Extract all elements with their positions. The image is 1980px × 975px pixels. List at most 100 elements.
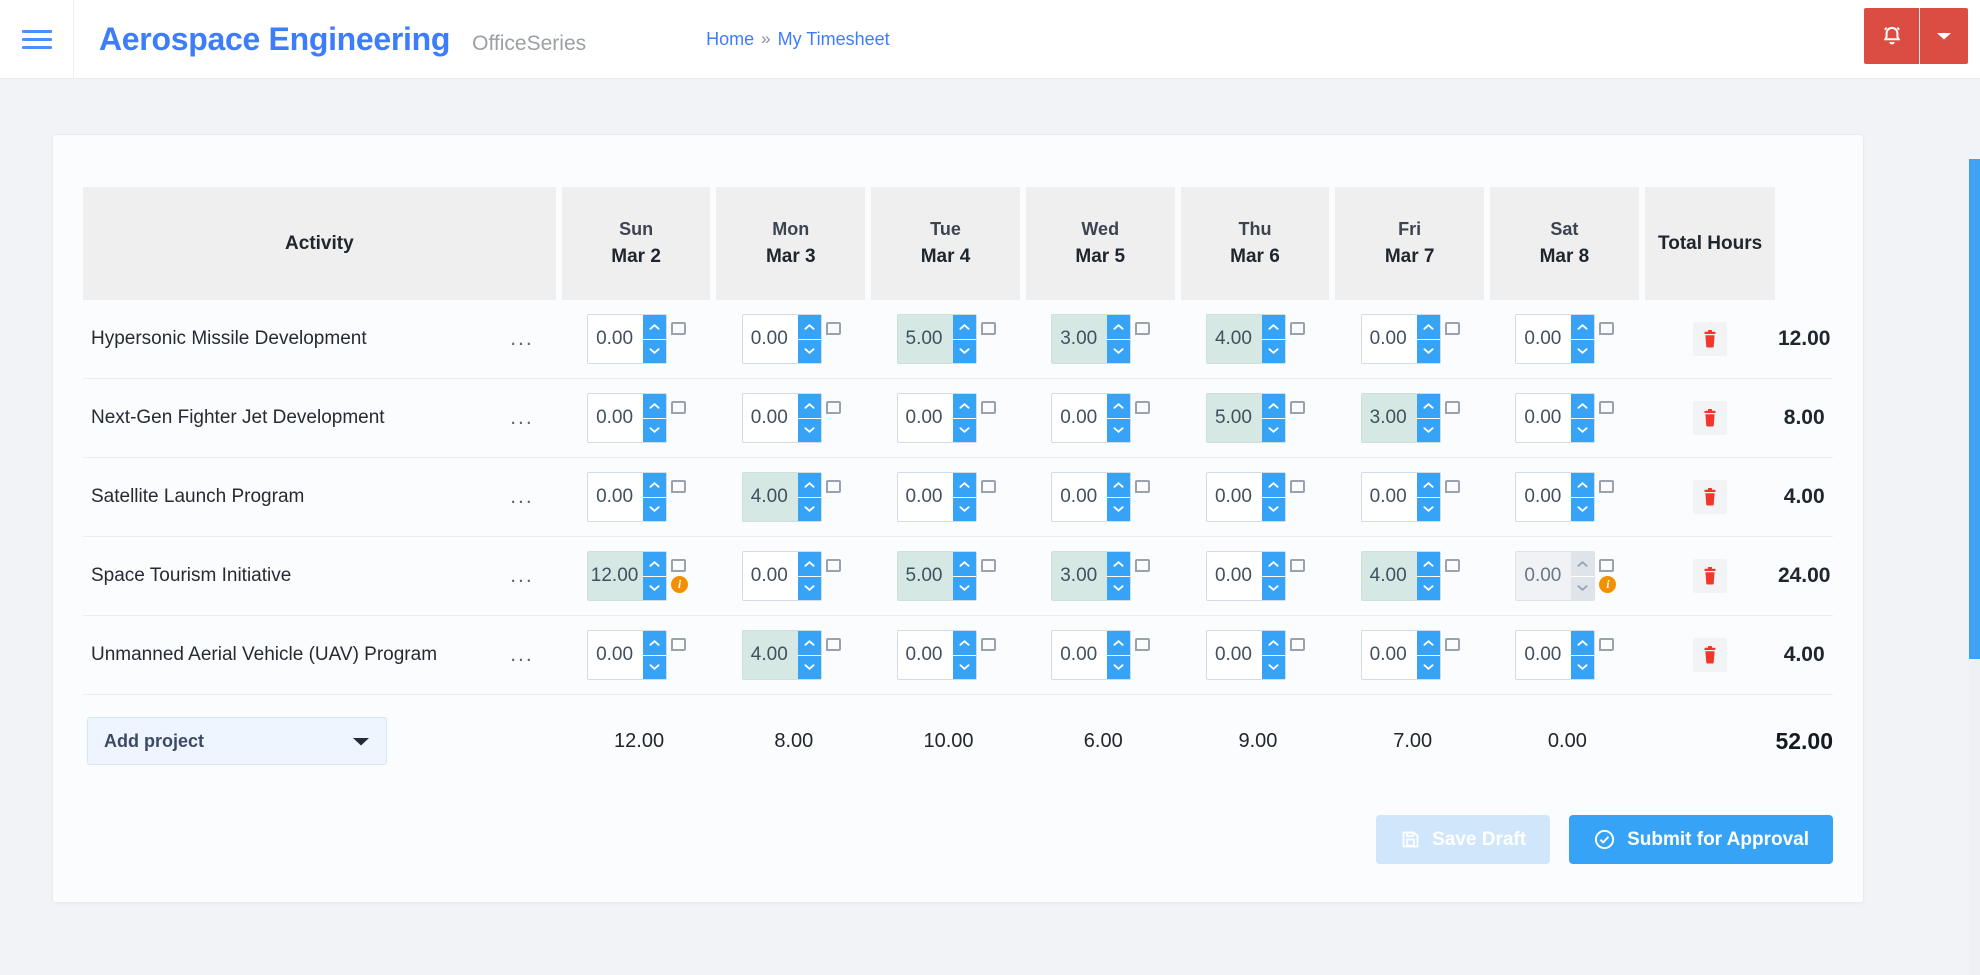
hour-input-value[interactable]: 0.00	[1362, 473, 1417, 521]
hour-input-group[interactable]: 0.00	[1051, 630, 1132, 680]
row-menu-ellipsis-icon[interactable]: ...	[504, 564, 540, 588]
hour-input-value[interactable]: 0.00	[1516, 473, 1571, 521]
stepper-up-icon[interactable]	[797, 394, 821, 419]
stepper-down-icon[interactable]	[1261, 418, 1285, 442]
notification-dropdown-button[interactable]	[1920, 8, 1968, 64]
hour-input-group[interactable]: 0.00	[587, 393, 668, 443]
comment-icon[interactable]	[825, 480, 841, 493]
hour-stepper[interactable]	[1416, 473, 1440, 521]
hour-input-group[interactable]: 5.00	[896, 314, 977, 364]
comment-icon[interactable]	[980, 559, 996, 572]
comment-icon[interactable]	[671, 480, 687, 493]
hour-stepper[interactable]	[1107, 552, 1131, 600]
delete-row-button[interactable]	[1693, 638, 1728, 672]
hour-input-value[interactable]: 4.00	[1362, 552, 1417, 600]
hour-input-value[interactable]: 0.00	[1052, 394, 1107, 442]
comment-icon[interactable]	[980, 322, 996, 335]
hour-stepper[interactable]	[1107, 394, 1131, 442]
comment-icon[interactable]	[1135, 401, 1151, 414]
comment-icon[interactable]	[671, 322, 687, 335]
hour-input-value[interactable]: 3.00	[1052, 552, 1107, 600]
hour-stepper[interactable]	[952, 394, 976, 442]
stepper-down-icon[interactable]	[1107, 497, 1131, 521]
stepper-up-icon[interactable]	[952, 315, 976, 340]
breadcrumb-home[interactable]: Home	[706, 29, 754, 50]
stepper-up-icon[interactable]	[643, 552, 667, 577]
submit-for-approval-button[interactable]: Submit for Approval	[1569, 815, 1833, 864]
stepper-up-icon[interactable]	[952, 473, 976, 498]
hour-input-value[interactable]: 0.00	[1516, 631, 1571, 679]
hour-input-value[interactable]: 4.00	[743, 473, 798, 521]
hour-stepper[interactable]	[1571, 473, 1595, 521]
page-scrollbar[interactable]	[1969, 159, 1980, 975]
stepper-down-icon[interactable]	[1571, 655, 1595, 679]
stepper-down-icon[interactable]	[1261, 339, 1285, 363]
stepper-down-icon[interactable]	[643, 497, 667, 521]
stepper-down-icon[interactable]	[1416, 497, 1440, 521]
hour-input-group[interactable]: 3.00	[1360, 393, 1441, 443]
comment-icon[interactable]	[1599, 638, 1615, 651]
hour-input-group[interactable]: 5.00	[1205, 393, 1286, 443]
stepper-up-icon[interactable]	[952, 631, 976, 656]
scrollbar-thumb[interactable]	[1969, 159, 1980, 659]
hour-input-group[interactable]: 0.00	[587, 630, 668, 680]
hour-input-group[interactable]: 4.00	[741, 630, 822, 680]
hour-stepper[interactable]	[952, 552, 976, 600]
hour-input-value[interactable]: 4.00	[743, 631, 798, 679]
hour-input-group[interactable]: 0.00	[1515, 630, 1596, 680]
stepper-up-icon[interactable]	[952, 552, 976, 577]
stepper-up-icon[interactable]	[797, 315, 821, 340]
hour-stepper[interactable]	[952, 315, 976, 363]
comment-icon[interactable]	[980, 480, 996, 493]
hour-input-value[interactable]: 0.00	[1052, 631, 1107, 679]
comment-icon[interactable]	[825, 401, 841, 414]
hour-input-group[interactable]: 4.00	[1360, 551, 1441, 601]
stepper-down-icon[interactable]	[952, 655, 976, 679]
stepper-up-icon[interactable]	[1571, 473, 1595, 498]
hour-input-group[interactable]: 0.00	[1205, 472, 1286, 522]
stepper-down-icon[interactable]	[797, 655, 821, 679]
hour-stepper[interactable]	[643, 394, 667, 442]
hour-input-value[interactable]: 4.00	[1207, 315, 1262, 363]
hour-input-value[interactable]: 0.00	[588, 473, 643, 521]
comment-icon[interactable]	[671, 638, 687, 651]
hamburger-icon[interactable]	[0, 0, 74, 79]
hour-input-group[interactable]: 0.00	[1515, 551, 1596, 601]
hour-stepper[interactable]	[1571, 394, 1595, 442]
comment-icon[interactable]	[1289, 401, 1305, 414]
hour-input-group[interactable]: 3.00	[1051, 314, 1132, 364]
hour-input-value[interactable]: 0.00	[743, 394, 798, 442]
row-menu-ellipsis-icon[interactable]: ...	[504, 485, 540, 509]
hour-input-group[interactable]: 0.00	[1360, 314, 1441, 364]
stepper-up-icon[interactable]	[1416, 631, 1440, 656]
hour-input-group[interactable]: 0.00	[1515, 393, 1596, 443]
hour-input-value[interactable]: 0.00	[1207, 473, 1262, 521]
hour-input-group[interactable]: 0.00	[587, 314, 668, 364]
stepper-up-icon[interactable]	[1261, 473, 1285, 498]
hour-stepper[interactable]	[1261, 394, 1285, 442]
hour-stepper[interactable]	[643, 552, 667, 600]
row-menu-ellipsis-icon[interactable]: ...	[504, 406, 540, 430]
hour-input-value[interactable]: 0.00	[743, 315, 798, 363]
hour-input-value[interactable]: 0.00	[588, 631, 643, 679]
stepper-up-icon[interactable]	[952, 394, 976, 419]
stepper-down-icon[interactable]	[643, 576, 667, 600]
hour-stepper[interactable]	[1107, 473, 1131, 521]
comment-icon[interactable]	[1135, 559, 1151, 572]
add-project-dropdown[interactable]: Add project	[87, 717, 387, 765]
stepper-down-icon[interactable]	[1261, 655, 1285, 679]
stepper-down-icon[interactable]	[797, 418, 821, 442]
stepper-down-icon[interactable]	[1416, 655, 1440, 679]
hour-input-value[interactable]: 0.00	[1362, 315, 1417, 363]
hour-input-value[interactable]: 3.00	[1052, 315, 1107, 363]
stepper-down-icon[interactable]	[643, 418, 667, 442]
stepper-down-icon[interactable]	[1107, 576, 1131, 600]
hour-stepper[interactable]	[1107, 631, 1131, 679]
comment-icon[interactable]	[1599, 401, 1615, 414]
comment-icon[interactable]	[1599, 559, 1615, 572]
hour-input-value[interactable]: 5.00	[898, 315, 953, 363]
comment-icon[interactable]	[825, 638, 841, 651]
hour-input-group[interactable]: 0.00	[741, 314, 822, 364]
stepper-up-icon[interactable]	[1571, 394, 1595, 419]
stepper-up-icon[interactable]	[1416, 473, 1440, 498]
